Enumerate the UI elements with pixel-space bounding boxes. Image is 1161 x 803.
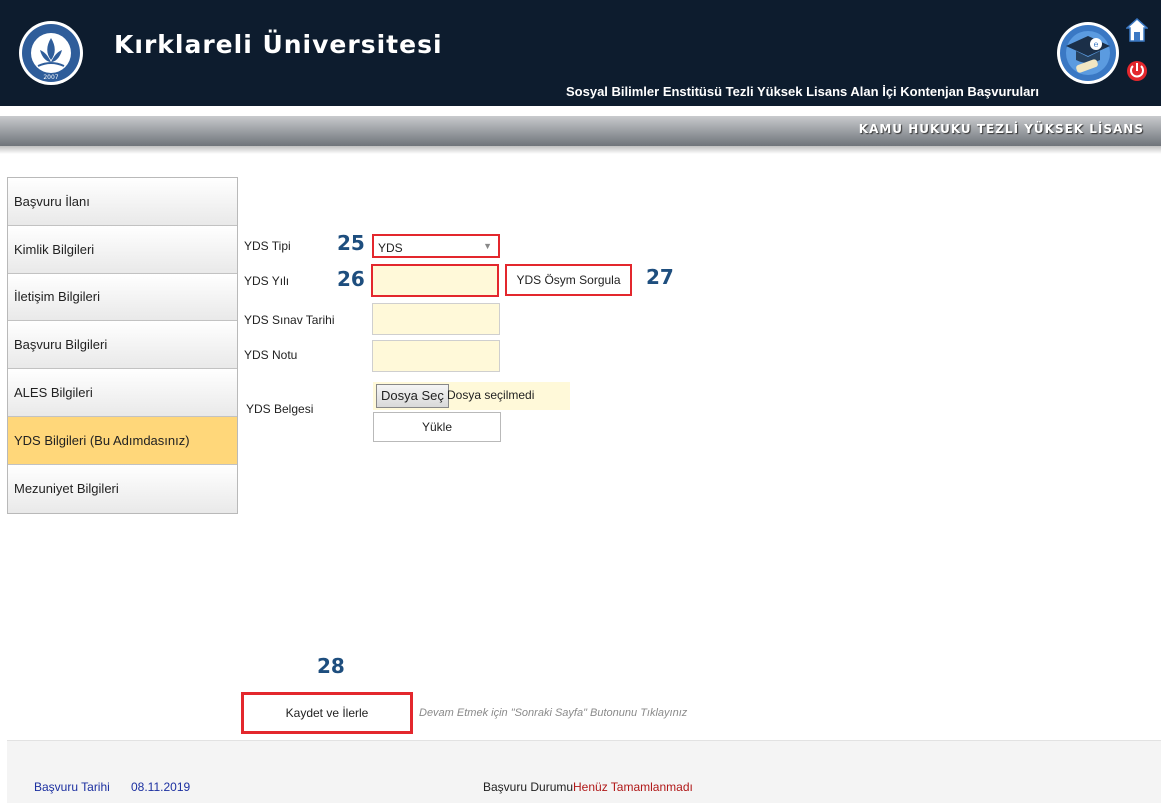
- basvuru-durumu-value: Henüz Tamamlanmadı: [573, 780, 693, 794]
- svg-text:2007: 2007: [43, 74, 58, 81]
- sidebar-item-iletisim-bilgileri[interactable]: İletişim Bilgileri: [8, 273, 237, 322]
- yds-belgesi-file-input[interactable]: Dosya Seç Dosya seçilmedi: [373, 382, 570, 410]
- yds-tipi-value: YDS: [378, 241, 403, 255]
- yds-notu-label: YDS Notu: [244, 348, 298, 362]
- basvuru-durumu-label: Başvuru Durumu: [483, 780, 574, 794]
- page-footer: Başvuru Tarihi 08.11.2019 Başvuru Durumu…: [7, 740, 1161, 803]
- yds-sinav-tarihi-label: YDS Sınav Tarihi: [244, 313, 335, 327]
- sidebar-nav: Başvuru İlanı Kimlik Bilgileri İletişim …: [7, 177, 238, 514]
- program-bar: KAMU HUKUKU TEZLİ YÜKSEK LİSANS: [0, 116, 1161, 146]
- home-icon[interactable]: [1126, 18, 1148, 42]
- dosya-sec-button[interactable]: Dosya Seç: [376, 384, 449, 408]
- sidebar-item-basvuru-ilani[interactable]: Başvuru İlanı: [8, 178, 237, 226]
- yds-yili-label: YDS Yılı: [244, 274, 290, 288]
- yds-tipi-select[interactable]: YDS ▼: [372, 234, 500, 258]
- next-page-hint: Devam Etmek için "Sonraki Sayfa" Butonun…: [419, 707, 688, 719]
- graduation-cap-icon[interactable]: e: [1056, 6, 1120, 100]
- yds-osym-sorgula-button[interactable]: YDS Ösym Sorgula: [505, 264, 632, 296]
- yukle-button[interactable]: Yükle: [373, 412, 501, 442]
- annotation-27: 27: [646, 265, 674, 289]
- annotation-25: 25: [337, 231, 365, 255]
- basvuru-tarihi-label: Başvuru Tarihi: [34, 780, 110, 794]
- program-name: KAMU HUKUKU TEZLİ YÜKSEK LİSANS: [858, 122, 1144, 136]
- file-status-text: Dosya seçilmedi: [447, 388, 535, 402]
- basvuru-tarihi-value: 08.11.2019: [131, 780, 191, 794]
- kaydet-ve-ilerle-button[interactable]: Kaydet ve İlerle: [241, 692, 413, 734]
- yds-notu-input[interactable]: [372, 340, 500, 372]
- university-logo: 2007: [19, 21, 83, 85]
- sidebar-item-yds-bilgileri[interactable]: YDS Bilgileri (Bu Adımdasınız): [8, 416, 237, 465]
- yds-belgesi-label: YDS Belgesi: [246, 402, 314, 416]
- annotation-28: 28: [317, 654, 345, 678]
- sidebar-item-basvuru-bilgileri[interactable]: Başvuru Bilgileri: [8, 321, 237, 370]
- page-header: 2007 Kırklareli Üniversitesi Sosyal Bili…: [0, 0, 1161, 106]
- application-title: Sosyal Bilimler Enstitüsü Tezli Yüksek L…: [566, 84, 1039, 99]
- svg-text:e: e: [1094, 40, 1099, 49]
- sidebar-item-kimlik-bilgileri[interactable]: Kimlik Bilgileri: [8, 225, 237, 274]
- chevron-down-icon: ▼: [483, 241, 492, 251]
- annotation-26: 26: [337, 267, 365, 291]
- power-icon[interactable]: [1126, 56, 1148, 84]
- sidebar-item-mezuniyet-bilgileri[interactable]: Mezuniyet Bilgileri: [8, 464, 237, 513]
- sidebar-item-ales-bilgileri[interactable]: ALES Bilgileri: [8, 369, 237, 417]
- program-bar-shadow: [0, 146, 1161, 154]
- yds-yili-input[interactable]: [371, 264, 499, 297]
- yds-tipi-label: YDS Tipi: [244, 239, 291, 253]
- yds-sinav-tarihi-input[interactable]: [372, 303, 500, 335]
- university-name: Kırklareli Üniversitesi: [114, 30, 443, 59]
